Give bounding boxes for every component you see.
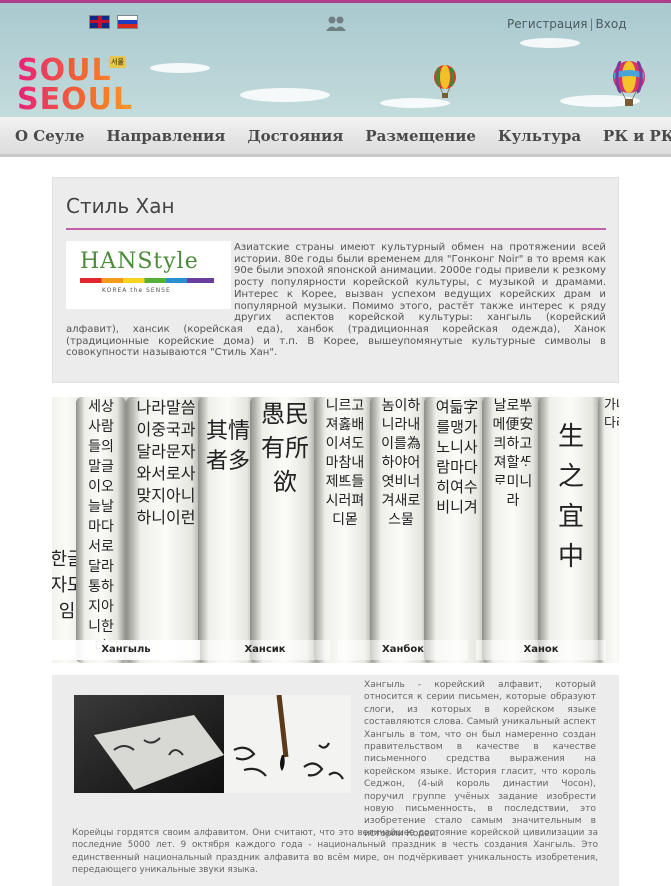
nav-item-rk[interactable]: РК и РК — [603, 127, 671, 145]
main-navigation: О Сеуле Направления Достояния Размещение… — [0, 117, 671, 157]
hangul-scroll-image: 나라말씀이중국과달라문자와서로사맞지아니하니이런 — [126, 397, 206, 663]
cloud-decoration — [240, 88, 330, 102]
calligraphy-photo — [74, 695, 351, 793]
site-logo[interactable]: SOUL SEOUL 서울 — [17, 56, 142, 116]
hot-air-balloon-small-icon — [434, 65, 456, 98]
cloud-decoration — [520, 38, 580, 48]
hangul-footer-text: Корейцы гордятся своим алфавитом. Они сч… — [72, 828, 598, 875]
hangul-scroll-image: 놈이하니라내이를為하야어엿비너겨새로스물 — [370, 397, 432, 663]
hangul-scroll-image: 니르고져홇배이셔도마참내제ᄠᅳ들시러펴디몯 — [314, 397, 376, 663]
hangul-scroll-image: 生之宜中 — [538, 397, 604, 663]
tab-hansik[interactable]: Хансик — [200, 640, 330, 660]
nav-item-heritage[interactable]: Достояния — [247, 127, 343, 145]
tab-hanbok[interactable]: Ханбок — [338, 640, 468, 660]
hangul-scroll-image: 여듧字를맹가노니사람마다히여수비니겨 — [424, 397, 490, 663]
hangul-description: Хангыль - корейский алфавит, который отн… — [364, 680, 596, 839]
nav-item-culture[interactable]: Культура — [498, 127, 581, 145]
hangul-scroll-image: 가나다라 — [598, 397, 619, 663]
logo-spacer — [66, 242, 234, 314]
calligraphy-illustration — [74, 695, 351, 793]
hangul-content-panel: Хангыль - корейский алфавит, который отн… — [52, 675, 619, 886]
russian-flag-icon[interactable] — [117, 15, 138, 29]
community-icon[interactable] — [325, 15, 347, 31]
hangul-scroll-image: 세상사람들의말글이오늘날마다서로달라통하지아니한다 — [76, 397, 126, 663]
tab-hanok[interactable]: Ханок — [476, 640, 606, 660]
hangul-scroll-image: 날로ᄡᅮ메便安킈하고져할ᄯᆞᄅᆞ미니라 — [482, 397, 544, 663]
login-link[interactable]: Вход — [596, 17, 627, 31]
cloud-decoration — [150, 63, 210, 73]
hangul-scroll-image: 其情者多 — [198, 397, 258, 663]
site-header: Регистрация | Вход SOUL SEOUL 서울 — [0, 0, 671, 117]
nav-item-directions[interactable]: Направления — [107, 127, 226, 145]
hangul-scroll-image: 愚民有所欲 — [250, 397, 320, 663]
logo-badge: 서울 — [109, 56, 126, 68]
auth-separator: | — [589, 17, 594, 31]
tab-hangul[interactable]: Хангыль — [52, 640, 200, 660]
english-flag-icon[interactable] — [89, 15, 110, 29]
auth-links: Регистрация | Вход — [507, 17, 627, 31]
register-link[interactable]: Регистрация — [507, 17, 587, 31]
logo-line-seoul: SEOUL — [17, 85, 142, 115]
nav-item-accommodation[interactable]: Размещение — [365, 127, 476, 145]
hot-air-balloon-large-icon — [613, 61, 645, 106]
cloud-decoration — [380, 98, 450, 108]
intro-paragraph: Азиатские страны имеют культурный обмен … — [66, 242, 606, 359]
nav-item-about-seoul[interactable]: О Сеуле — [15, 127, 85, 145]
page-title: Стиль Хан — [66, 194, 175, 218]
hanstyle-banner: 한글자모임 세상사람들의말글이오늘날마다서로달라통하지아니한다 나라말씀이중국과… — [52, 397, 619, 663]
title-divider — [66, 228, 606, 230]
intro-section: Стиль Хан HANStyle KOREA the SENSE Азиат… — [52, 177, 619, 383]
